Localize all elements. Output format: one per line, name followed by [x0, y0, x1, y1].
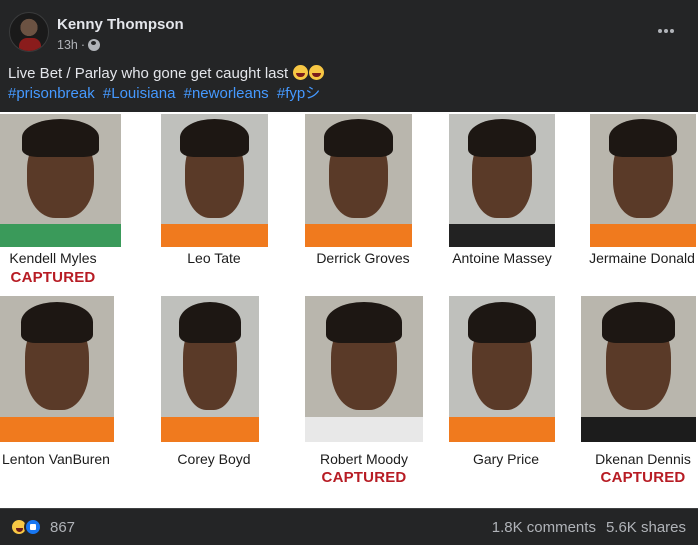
laughing-emoji-icon	[309, 65, 325, 80]
facebook-post: Kenny Thompson 13h · Live Bet / Parlay w…	[0, 0, 698, 545]
caption-text: Live Bet / Parlay who gone get caught la…	[8, 65, 289, 82]
mugshot-photo	[449, 114, 555, 247]
hashtag-link[interactable]: #Louisiana	[103, 85, 176, 102]
captured-label: CAPTURED	[10, 269, 96, 286]
mugshot-photo	[581, 296, 696, 442]
person-name: Lenton VanBuren	[2, 451, 110, 467]
meta-separator: ·	[80, 38, 86, 52]
hashtag-link[interactable]: #fypシ	[277, 85, 320, 102]
captured-label: CAPTURED	[321, 469, 407, 486]
hashtag-link[interactable]: #prisonbreak	[8, 85, 95, 102]
mugshot-photo	[0, 114, 121, 247]
laughing-emoji-icon	[293, 65, 309, 80]
mugshot-photo	[305, 114, 412, 247]
comments-count[interactable]: 1.8K comments	[492, 519, 596, 536]
author-avatar[interactable]	[9, 12, 49, 52]
person-name: Corey Boyd	[177, 451, 251, 467]
mugshot-photo	[305, 296, 423, 442]
person-name: Kendell Myles	[9, 250, 97, 266]
person-name: Gary Price	[472, 451, 540, 467]
mugshot-photo	[0, 296, 114, 442]
post-footer: 867 1.8K comments 5.6K shares	[0, 508, 698, 545]
person-name: Antoine Massey	[452, 250, 552, 266]
mugshot-photo	[590, 114, 696, 247]
person-name: Jermaine Donald	[589, 250, 695, 266]
hashtag-link[interactable]: #neworleans	[184, 85, 269, 102]
post-stats: 1.8K comments 5.6K shares	[492, 519, 686, 536]
mugshot-photo	[161, 114, 268, 247]
person-name: Derrick Groves	[316, 250, 410, 266]
reaction-count: 867	[50, 518, 76, 536]
shares-count[interactable]: 5.6K shares	[606, 519, 686, 536]
like-icon	[24, 518, 42, 536]
author-name[interactable]: Kenny Thompson	[57, 16, 184, 33]
post-time[interactable]: 13h	[57, 38, 78, 52]
post-caption: Live Bet / Parlay who gone get caught la…	[8, 64, 688, 84]
post-header: Kenny Thompson 13h ·	[0, 0, 698, 62]
mugshot-photo	[161, 296, 259, 442]
post-meta: 13h ·	[57, 38, 101, 52]
more-options-icon[interactable]	[650, 21, 682, 41]
post-image[interactable]: Kendell Myles CAPTURED Leo Tate Derrick Gro…	[0, 112, 698, 508]
person-name: Leo Tate	[187, 250, 241, 266]
captured-label: CAPTURED	[600, 469, 686, 486]
mugshot-photo	[449, 296, 555, 442]
person-name: Dkenan Dennis	[595, 451, 691, 467]
person-name: Robert Moody	[320, 451, 408, 467]
globe-icon	[88, 39, 101, 51]
reactions-summary[interactable]: 867	[10, 518, 75, 536]
hashtags: #prisonbreak #Louisiana #neworleans #fyp…	[8, 84, 324, 104]
